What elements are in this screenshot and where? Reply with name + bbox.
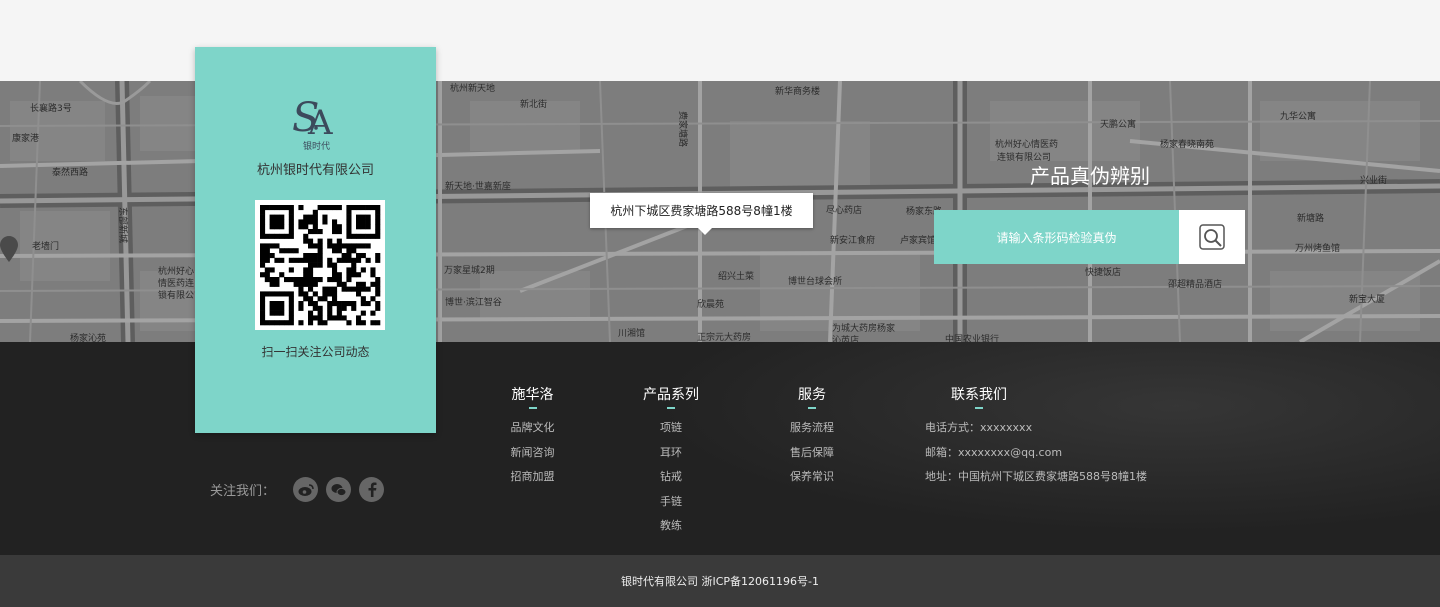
title-underline [528, 407, 537, 409]
location-pin-icon [0, 236, 18, 262]
map-label: 杭州新天地 [450, 84, 496, 94]
map-label: 杨家春晓南苑 [1160, 140, 1215, 150]
follow-label: 关注我们： [210, 484, 276, 499]
map-label: 新宝大厦 [1349, 295, 1386, 305]
qr-caption: 扫一扫关注公司动态 [261, 345, 370, 359]
contact-phone: 电话方式：xxxxxxxx [925, 421, 1033, 434]
column-title: 联系我们 [951, 387, 1007, 403]
map-label: 老墙门 [32, 242, 60, 252]
map-label: 天鹏公寓 [1100, 120, 1137, 130]
company-card: S A 银时代 杭州银时代有限公司 扫一扫关注公司动态 [195, 47, 436, 433]
copyright-bar: 银时代有限公司 浙ICP备12061196号-1 [0, 555, 1440, 607]
contact-address: 地址：中国杭州下城区费家塘路588号8幢1楼 [925, 470, 1147, 483]
footer-link[interactable]: 品牌文化 [495, 416, 570, 441]
map-label: 博世台球会所 [788, 277, 843, 287]
map-label: 尽心药店 [826, 206, 863, 216]
footer-column-brand: 施华洛 品牌文化 新闻咨询 招商加盟 [495, 384, 570, 490]
footer-link[interactable]: 钻戒 [636, 465, 706, 490]
map-label: 康家港 [12, 134, 40, 144]
wechat-icon[interactable] [326, 477, 352, 502]
footer-link[interactable]: 耳环 [636, 441, 706, 466]
map-label: 兴业街 [1360, 176, 1388, 186]
map-label: 正宗元大药房 [697, 333, 752, 342]
map-label: 沁芮店 [832, 336, 860, 342]
footer-link[interactable]: 保养常识 [777, 465, 847, 490]
footer-link[interactable]: 服务流程 [777, 416, 847, 441]
map-label: 新华商务楼 [775, 87, 821, 97]
company-name: 杭州银时代有限公司 [256, 163, 374, 178]
company-logo: S A 银时代 [292, 95, 333, 152]
map-label: 泰然西路 [52, 168, 89, 178]
search-icon [1199, 224, 1225, 250]
contact-email: 邮箱：xxxxxxxx@qq.com [925, 445, 1063, 459]
map-label: 杨家沁苑 [70, 334, 107, 342]
svg-text:银时代: 银时代 [303, 140, 330, 152]
map-label: 九华公寓 [1280, 112, 1317, 122]
wechat-qr-code [255, 200, 385, 330]
title-underline [808, 407, 816, 409]
column-title: 施华洛 [511, 387, 554, 403]
footer-link[interactable]: 售后保障 [777, 441, 847, 466]
map-label: 新天地·世嘉新座 [445, 182, 511, 192]
map-label: 费家塘路 [677, 111, 687, 148]
map-label: 快捷饭店 [1085, 268, 1122, 278]
map-label: 博世·滨江智谷 [445, 298, 502, 308]
barcode-input[interactable]: 请输入条形码检验真伪 [934, 210, 1179, 264]
footer-column-contact: 联系我们 电话方式：xxxxxxxx 邮箱：xxxxxxxx@qq.com 地址… [925, 384, 1147, 490]
map-label: 卢家宾馆 [900, 236, 937, 246]
map-label: 万州烤鱼馆 [1295, 244, 1341, 254]
map-label: 杭州好心情医药 [995, 140, 1059, 150]
map-label: 邵超精品酒店 [1168, 280, 1223, 290]
map-label: 中国农业银行 [945, 335, 1000, 342]
footer-link[interactable]: 手链 [636, 490, 706, 515]
column-title: 产品系列 [643, 387, 699, 403]
map-label: 绍兴土菜 [718, 272, 755, 282]
map-label: 川湘馆 [618, 329, 646, 339]
footer-link[interactable]: 教练 [636, 514, 706, 539]
column-title: 服务 [798, 387, 826, 403]
address-tooltip: 杭州下城区费家塘路588号8幢1楼 [590, 193, 813, 235]
footer-link[interactable]: 项链 [636, 416, 706, 441]
verify-search-button[interactable] [1179, 210, 1245, 264]
map-label: 欣晨苑 [697, 300, 725, 310]
title-underline [975, 407, 983, 409]
map-label: 新北街 [520, 100, 548, 110]
map-label: 万家星城2期 [444, 266, 495, 276]
title-underline [667, 407, 675, 409]
map-label: 东部新城 [117, 207, 127, 244]
weibo-icon[interactable] [293, 477, 319, 502]
follow-us: 关注我们： [210, 477, 385, 502]
page: 长襄路3号 杭州新天地 新北街 新华商务楼 天鹏公寓 九华公寓 康家港 杭州好心… [0, 0, 1440, 607]
footer-link[interactable]: 新闻咨询 [495, 441, 570, 466]
footer-column-service: 服务 服务流程 售后保障 保养常识 [777, 384, 847, 490]
facebook-icon[interactable] [359, 477, 385, 502]
verify-title: 产品真伪辨别 [1030, 164, 1150, 188]
footer-column-products: 产品系列 项链 耳环 钻戒 手链 教练 [636, 384, 706, 539]
map-label: 长襄路3号 [30, 104, 72, 114]
map-label: 新安江食府 [830, 236, 876, 246]
map-label: 新塘路 [1297, 214, 1325, 224]
footer-link[interactable]: 招商加盟 [495, 465, 570, 490]
svg-text:A: A [307, 103, 333, 143]
